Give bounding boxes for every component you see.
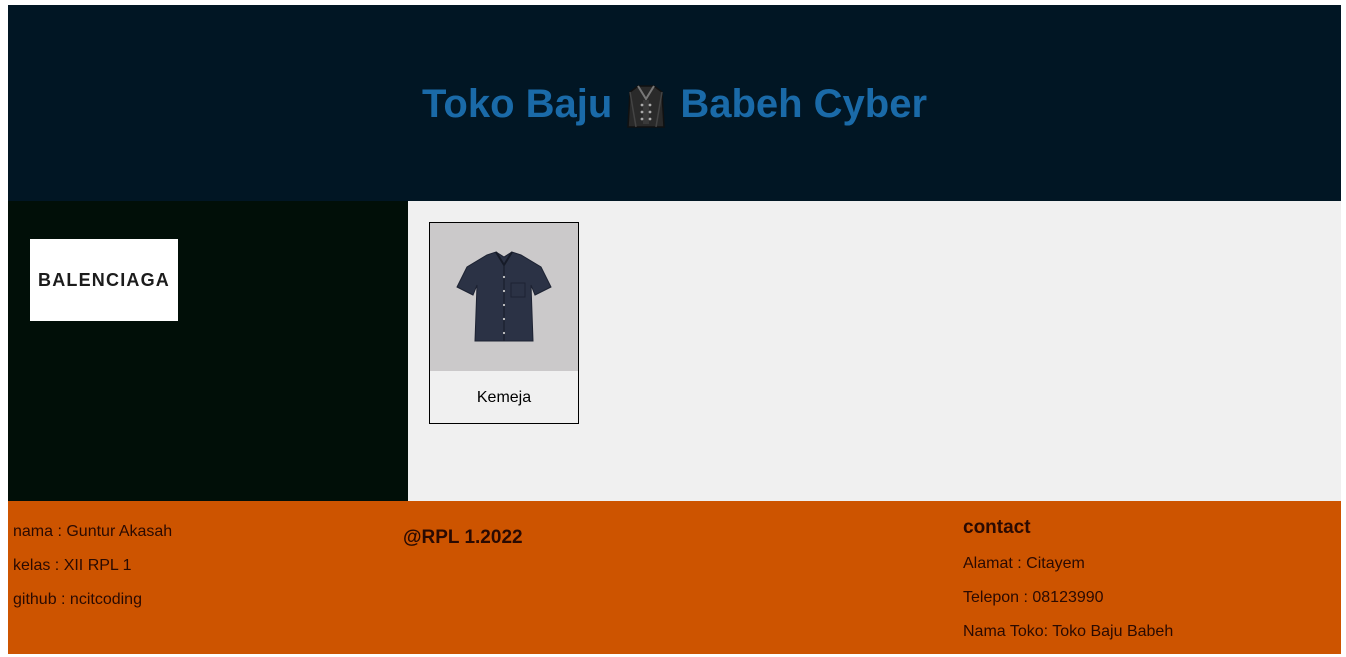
contact-store-name: Nama Toko: Toko Baju Babeh — [963, 623, 1174, 640]
footer-copyright: @RPL 1.2022 — [403, 527, 523, 548]
sidebar: BALENCIAGA — [8, 201, 408, 501]
shirt-icon[interactable] — [430, 223, 578, 371]
contact-address: Alamat : Citayem — [963, 555, 1085, 572]
product-name: Kemeja — [476, 389, 532, 406]
title-left: Toko Baju — [421, 81, 613, 126]
product-area: Kemeja — [408, 201, 1341, 501]
footer-info-class: kelas : XII RPL 1 — [13, 557, 132, 574]
site-footer: nama : Guntur Akasah kelas : XII RPL 1 g… — [8, 501, 1341, 654]
site-header: Toko Baju Babeh Cyber — [8, 5, 1341, 201]
footer-info-name: nama : Guntur Akasah — [13, 523, 173, 540]
product-card[interactable]: Kemeja — [429, 222, 579, 424]
coat-icon — [626, 83, 666, 129]
page: Toko Baju Babeh Cyber BALENCIAGA Kemeja … — [8, 5, 1341, 654]
brand-logo-text: BALENCIAGA — [38, 269, 170, 290]
contact-phone: Telepon : 08123990 — [963, 589, 1104, 606]
footer-info-github: github : ncitcoding — [13, 591, 142, 608]
brand-logo[interactable]: BALENCIAGA — [30, 239, 178, 321]
contact-title: contact — [963, 517, 1031, 538]
footer-contact: contact Alamat : Citayem Telepon : 08123… — [963, 517, 1173, 657]
page-title: Toko Baju Babeh Cyber — [421, 81, 928, 129]
footer-info: nama : Guntur Akasah kelas : XII RPL 1 g… — [13, 523, 172, 625]
title-right: Babeh Cyber — [680, 81, 928, 126]
